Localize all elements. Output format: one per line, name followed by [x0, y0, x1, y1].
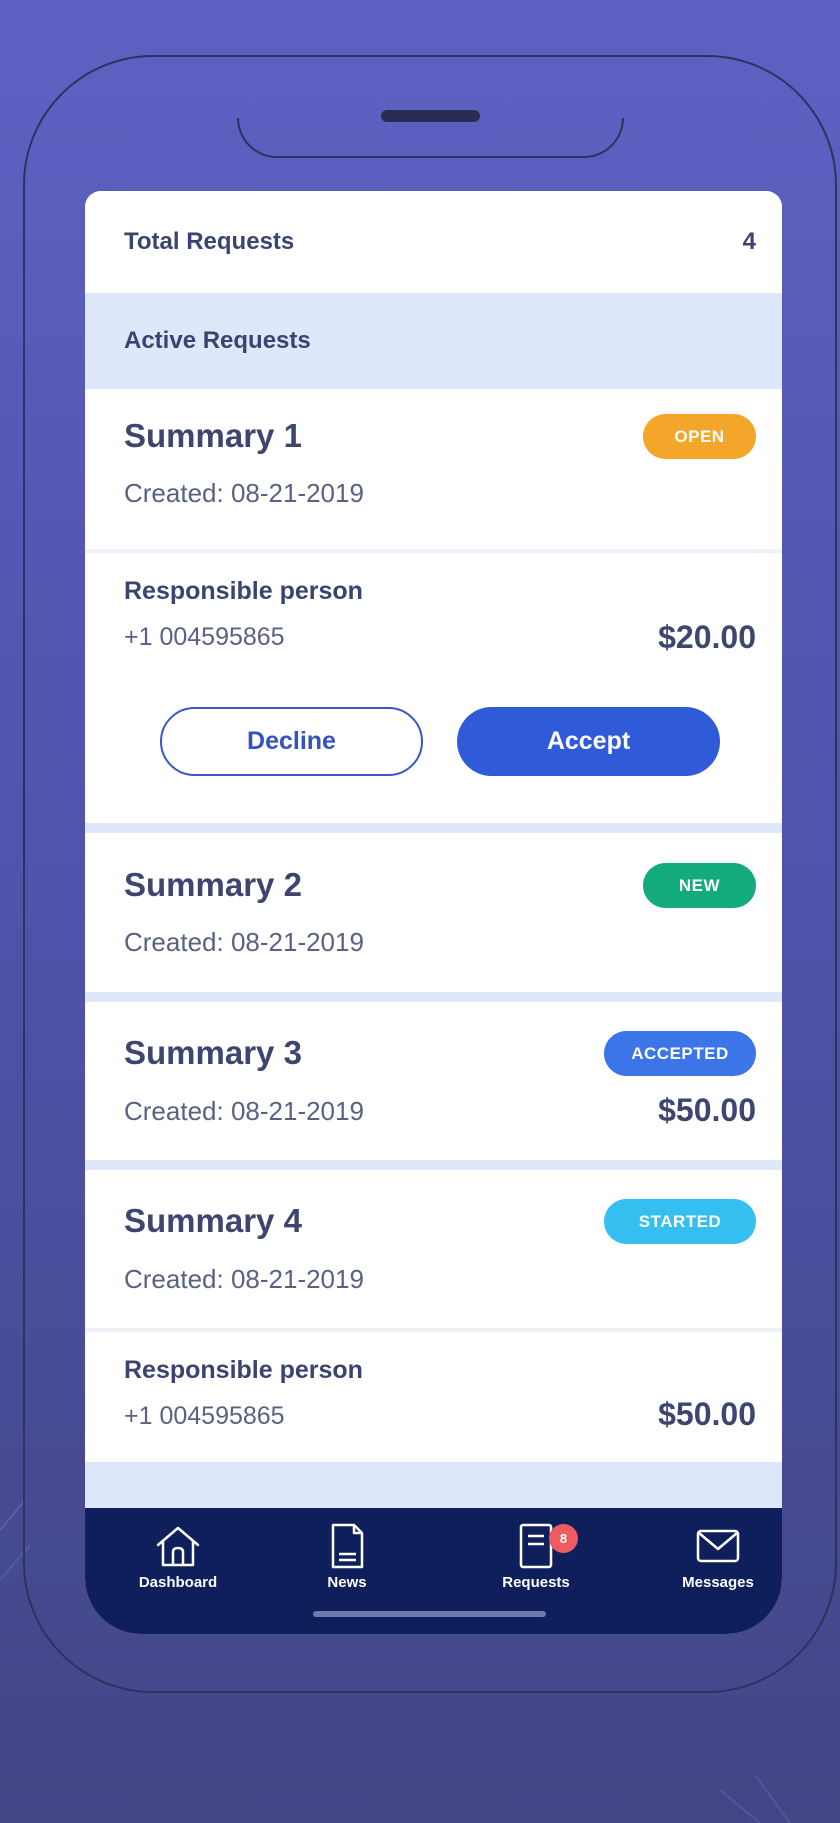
- request-card-4[interactable]: Summary 4 Created: 08-21-2019 STARTED Re…: [85, 1170, 782, 1462]
- responsible-phone: +1 004595865: [124, 1402, 285, 1430]
- card-separator: [85, 992, 782, 1002]
- request-title: Summary 2: [124, 866, 302, 903]
- request-card-header: Summary 1 Created: 08-21-2019 OPEN: [85, 389, 782, 549]
- phone-speaker: [381, 110, 480, 122]
- active-requests-label: Active Requests: [124, 327, 311, 354]
- card-separator: [85, 823, 782, 833]
- nav-item-messages[interactable]: Messages: [658, 1520, 778, 1600]
- accept-button[interactable]: Accept: [457, 707, 720, 776]
- nav-item-dashboard[interactable]: Dashboard: [118, 1520, 238, 1600]
- total-requests-row: Total Requests 4: [85, 191, 782, 293]
- request-card-3[interactable]: Summary 3 Created: 08-21-2019 ACCEPTED $…: [85, 1002, 782, 1160]
- status-badge-started: STARTED: [604, 1199, 756, 1244]
- request-amount: $50.00: [658, 1092, 756, 1128]
- request-card-header: Summary 3 Created: 08-21-2019 ACCEPTED $…: [85, 1002, 782, 1160]
- requests-count-badge: 8: [549, 1524, 578, 1553]
- request-card-header: Summary 4 Created: 08-21-2019 STARTED: [85, 1170, 782, 1328]
- nav-label-news: News: [327, 1574, 367, 1591]
- request-title: Summary 3: [124, 1034, 302, 1071]
- total-requests-value: 4: [742, 228, 756, 255]
- responsible-person-block: Responsible person +1 004595865 $50.00: [85, 1332, 782, 1462]
- request-created-date: Created: 08-21-2019: [124, 1096, 364, 1126]
- decline-button[interactable]: Decline: [160, 707, 423, 776]
- card-separator: [85, 1160, 782, 1170]
- status-badge-new: NEW: [643, 863, 756, 908]
- nav-item-news[interactable]: News: [287, 1520, 407, 1600]
- phone-notch: [237, 118, 624, 158]
- home-indicator: [313, 1611, 546, 1617]
- active-requests-header: Active Requests: [85, 293, 782, 389]
- request-card-1[interactable]: Summary 1 Created: 08-21-2019 OPEN Respo…: [85, 389, 782, 823]
- nav-item-requests[interactable]: 8 Requests: [476, 1520, 596, 1600]
- nav-label-messages: Messages: [682, 1574, 754, 1591]
- nav-label-dashboard: Dashboard: [138, 1574, 218, 1591]
- home-icon: [156, 1526, 200, 1567]
- document-icon: [331, 1523, 364, 1569]
- request-card-header: Summary 2 Created: 08-21-2019 NEW: [85, 833, 782, 992]
- request-title: Summary 1: [124, 417, 302, 454]
- request-title: Summary 4: [124, 1202, 302, 1239]
- responsible-person-label: Responsible person: [124, 577, 363, 605]
- responsible-phone: +1 004595865: [124, 623, 285, 651]
- request-created-date: Created: 08-21-2019: [124, 927, 364, 957]
- responsible-person-block: Responsible person +1 004595865 $20.00 D…: [85, 553, 782, 823]
- request-created-date: Created: 08-21-2019: [124, 1264, 364, 1294]
- status-badge-open: OPEN: [643, 414, 756, 459]
- mail-icon: [696, 1529, 740, 1563]
- nav-label-requests: Requests: [502, 1574, 570, 1591]
- app-screen: Total Requests 4 Active Requests Summary…: [85, 191, 782, 1634]
- status-badge-accepted: ACCEPTED: [604, 1031, 756, 1076]
- request-amount: $20.00: [658, 619, 756, 655]
- responsible-person-label: Responsible person: [124, 1356, 363, 1384]
- request-card-2[interactable]: Summary 2 Created: 08-21-2019 NEW: [85, 833, 782, 992]
- request-created-date: Created: 08-21-2019: [124, 478, 364, 508]
- request-amount: $50.00: [658, 1396, 756, 1432]
- total-requests-label: Total Requests: [124, 228, 295, 255]
